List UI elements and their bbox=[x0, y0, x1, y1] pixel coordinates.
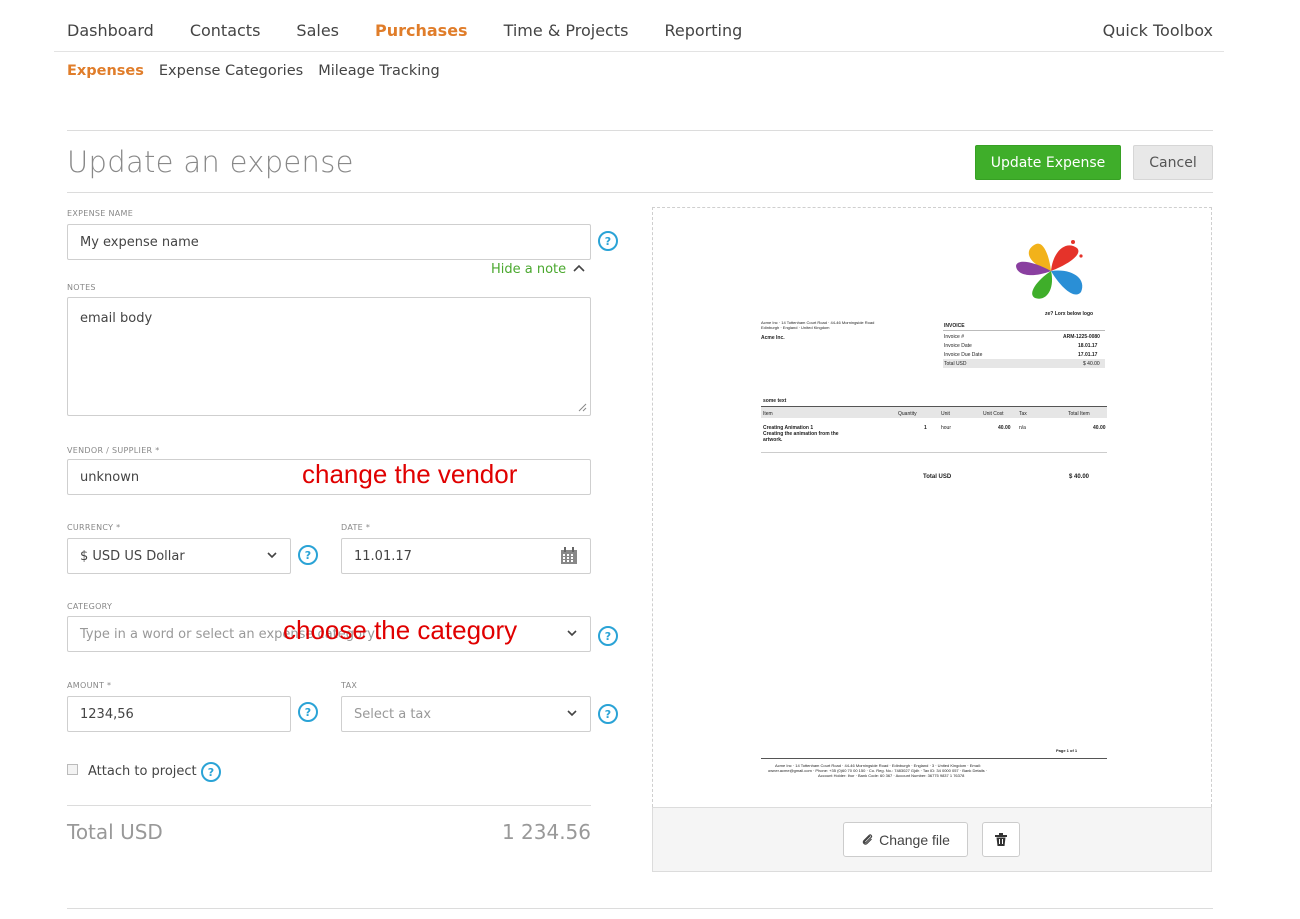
top-nav-divider bbox=[54, 51, 1224, 52]
invoice-row-total: 40.00 bbox=[1093, 425, 1106, 431]
currency-value: $ USD US Dollar bbox=[80, 548, 185, 564]
notes-label: NOTES bbox=[67, 283, 96, 292]
invoice-unit: hour bbox=[941, 425, 952, 431]
top-navigation: Dashboard Contacts Sales Purchases Time … bbox=[67, 18, 1213, 42]
invoice-to-name: Acme Inc. bbox=[761, 335, 785, 341]
notes-textarea[interactable]: email body bbox=[67, 297, 591, 416]
tax-label: TAX bbox=[341, 681, 358, 690]
expense-name-label: EXPENSE NAME bbox=[67, 209, 134, 218]
divider bbox=[67, 908, 1213, 909]
invoice-col-header: Tax bbox=[1019, 411, 1027, 417]
invoice-tax: n/a bbox=[1019, 425, 1026, 431]
sub-navigation: Expenses Expense Categories Mileage Trac… bbox=[67, 63, 455, 79]
invoice-meta-key: Invoice # bbox=[944, 334, 965, 340]
currency-label: CURRENCY * bbox=[67, 523, 121, 532]
company-logo bbox=[1016, 240, 1083, 299]
hide-note-link[interactable]: Hide a note bbox=[491, 262, 585, 277]
attach-project-label[interactable]: Attach to project bbox=[88, 764, 197, 779]
invoice-col-header: Unit bbox=[941, 411, 950, 417]
invoice-unit-cost: 40.00 bbox=[998, 425, 1011, 431]
invoice-rule bbox=[761, 452, 1107, 453]
amount-label: AMOUNT * bbox=[67, 681, 112, 690]
chevron-down-icon bbox=[567, 710, 577, 717]
quick-toolbox-link[interactable]: Quick Toolbox bbox=[1103, 21, 1213, 40]
help-icon[interactable]: ? bbox=[598, 626, 618, 646]
total-value: 1 234.56 bbox=[501, 820, 591, 844]
invoice-meta-key: Total USD bbox=[944, 361, 967, 367]
invoice-footer: Account Holder: Ihor · Bank Code: 60 367… bbox=[818, 773, 965, 778]
delete-file-button[interactable] bbox=[982, 822, 1020, 857]
page-title: Update an expense bbox=[67, 145, 354, 179]
chevron-up-icon bbox=[573, 264, 585, 272]
invoice-col-header: Item bbox=[763, 411, 773, 417]
invoice-meta-value: 17.01.17 bbox=[1078, 352, 1098, 358]
invoice-logo-caption: ze? Lorx below logo bbox=[1045, 311, 1094, 317]
help-icon[interactable]: ? bbox=[298, 702, 318, 722]
chevron-down-icon bbox=[267, 552, 277, 559]
tax-select[interactable]: Select a tax bbox=[341, 696, 591, 732]
chevron-down-icon bbox=[567, 630, 577, 637]
subnav-expense-categories[interactable]: Expense Categories bbox=[159, 63, 303, 79]
hide-note-label: Hide a note bbox=[491, 262, 567, 277]
invoice-header-shade bbox=[761, 407, 1107, 418]
invoice-col-header: Unit Cost bbox=[983, 411, 1004, 417]
tax-placeholder: Select a tax bbox=[354, 706, 432, 722]
invoice-quantity: 1 bbox=[924, 425, 927, 431]
invoice-total-value: $ 40.00 bbox=[1069, 474, 1090, 480]
update-expense-button[interactable]: Update Expense bbox=[975, 145, 1121, 180]
help-icon[interactable]: ? bbox=[598, 704, 618, 724]
invoice-col-header: Quantity bbox=[898, 411, 917, 417]
calendar-icon[interactable] bbox=[560, 547, 578, 565]
nav-time-projects[interactable]: Time & Projects bbox=[504, 21, 629, 40]
date-label: DATE * bbox=[341, 523, 371, 532]
invoice-total-shade bbox=[943, 359, 1105, 368]
annotation-choose-category: choose the category bbox=[283, 615, 518, 645]
divider bbox=[67, 192, 1213, 193]
expense-name-input[interactable]: My expense name bbox=[67, 224, 591, 260]
date-value: 11.01.17 bbox=[354, 548, 412, 564]
invoice-col-header: Total Item bbox=[1068, 411, 1090, 417]
help-icon[interactable]: ? bbox=[201, 762, 221, 782]
annotation-change-vendor: change the vendor bbox=[302, 459, 518, 489]
invoice-meta-value: 18.01.17 bbox=[1078, 343, 1098, 349]
notes-value: email body bbox=[80, 311, 153, 326]
nav-contacts[interactable]: Contacts bbox=[190, 21, 261, 40]
subnav-mileage-tracking[interactable]: Mileage Tracking bbox=[318, 63, 439, 79]
nav-dashboard[interactable]: Dashboard bbox=[67, 21, 154, 40]
help-icon[interactable]: ? bbox=[298, 545, 318, 565]
invoice-page-number: Page 1 of 1 bbox=[1056, 748, 1078, 753]
help-icon[interactable]: ? bbox=[598, 231, 618, 251]
vendor-label: VENDOR / SUPPLIER * bbox=[67, 446, 160, 455]
invoice-rule bbox=[943, 330, 1105, 331]
invoice-meta-value: ARM-1225-0080 bbox=[1063, 334, 1100, 340]
invoice-heading: INVOICE bbox=[944, 323, 965, 329]
invoice-meta-key: Invoice Date bbox=[944, 343, 972, 349]
total-label: Total USD bbox=[67, 820, 163, 844]
invoice-some-text: some text bbox=[763, 398, 787, 404]
invoice-from-address-2: Edinburgh · England · United Kingdom bbox=[761, 325, 830, 330]
divider bbox=[67, 130, 1213, 131]
trash-icon bbox=[995, 833, 1007, 846]
change-file-label: Change file bbox=[879, 831, 950, 848]
currency-select[interactable]: $ USD US Dollar bbox=[67, 538, 291, 574]
cancel-button[interactable]: Cancel bbox=[1133, 145, 1213, 180]
paperclip-icon bbox=[862, 833, 873, 845]
invoice-meta-value: $ 40.00 bbox=[1083, 361, 1100, 367]
invoice-meta-key: Invoice Due Date bbox=[944, 352, 983, 358]
subnav-expenses[interactable]: Expenses bbox=[67, 63, 144, 79]
invoice-item-desc: artwork. bbox=[763, 437, 783, 443]
nav-sales[interactable]: Sales bbox=[296, 21, 339, 40]
amount-input[interactable]: 1234,56 bbox=[67, 696, 291, 732]
change-file-button[interactable]: Change file bbox=[843, 822, 968, 857]
nav-reporting[interactable]: Reporting bbox=[664, 21, 742, 40]
nav-purchases[interactable]: Purchases bbox=[375, 21, 468, 40]
receipt-preview: ze? Lorx below logo Acme Inc · 14 Totten… bbox=[652, 207, 1212, 807]
invoice-rule bbox=[761, 758, 1107, 759]
attach-project-checkbox[interactable] bbox=[67, 764, 78, 775]
resize-handle-icon[interactable] bbox=[577, 402, 587, 412]
divider bbox=[67, 805, 591, 806]
invoice-total-label: Total USD bbox=[923, 474, 952, 480]
date-input[interactable]: 11.01.17 bbox=[341, 538, 591, 574]
category-label: CATEGORY bbox=[67, 602, 113, 611]
